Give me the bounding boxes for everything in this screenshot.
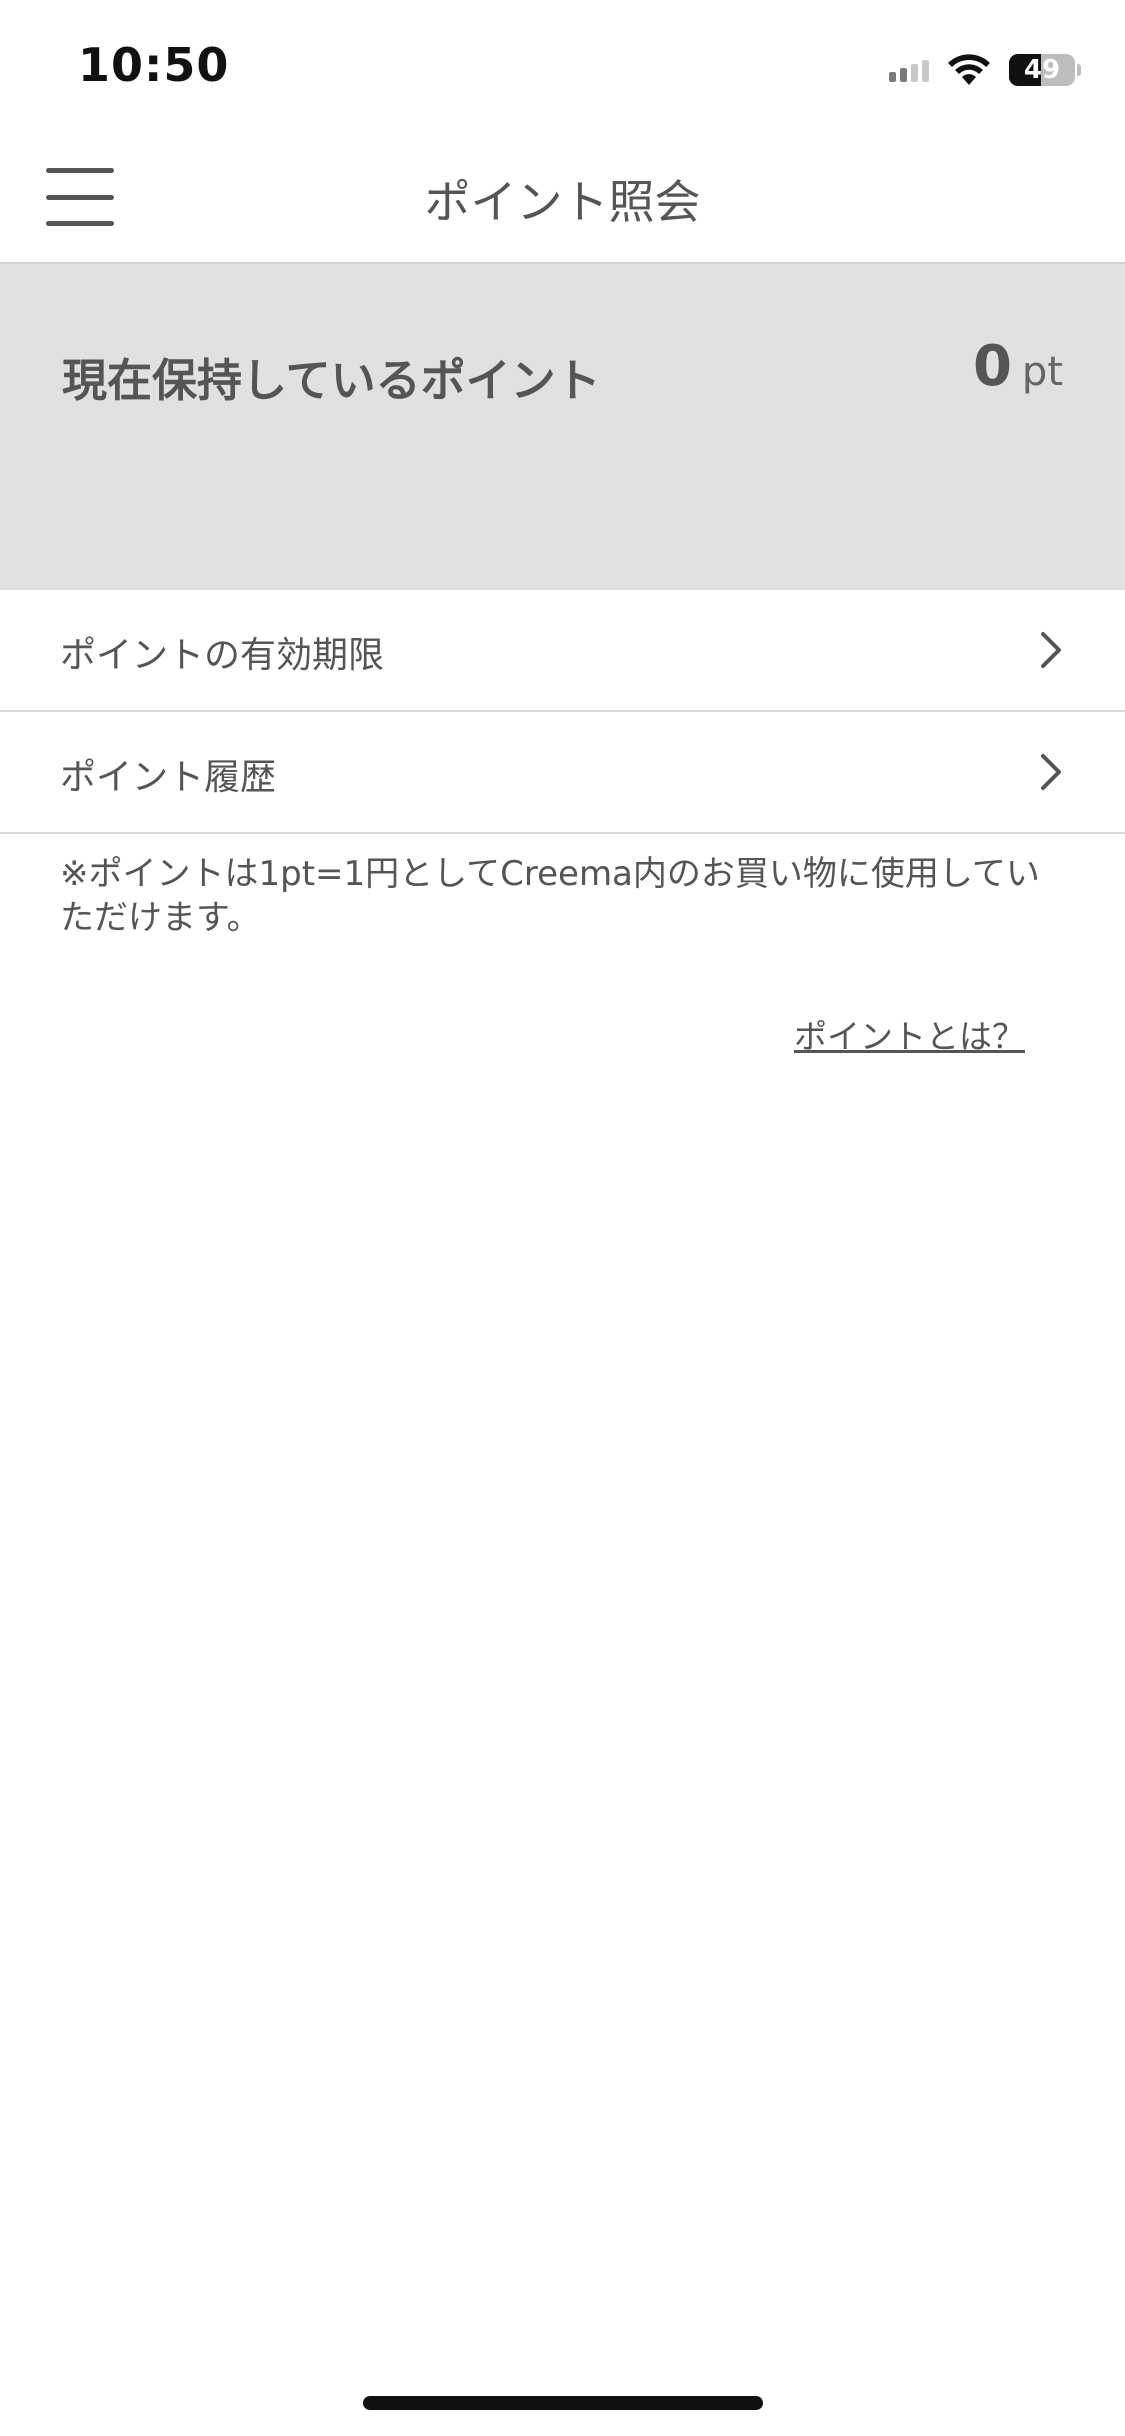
points-number: 0 xyxy=(972,334,1012,399)
home-indicator[interactable] xyxy=(363,2396,763,2410)
battery-icon: 49 xyxy=(1009,54,1075,86)
current-points-value: 0 pt xyxy=(973,334,1063,399)
chevron-right-icon xyxy=(1041,754,1061,790)
points-usage-note: ※ポイントは1pt=1円としてCreema内のお買い物に使用していただけます。 xyxy=(60,854,1040,938)
wifi-icon xyxy=(948,54,990,85)
page-title: ポイント照会 xyxy=(424,175,701,229)
cellular-signal-icon xyxy=(889,58,929,82)
battery-tip xyxy=(1077,64,1081,76)
list-item-label: ポイントの有効期限 xyxy=(60,635,385,676)
current-points-label: 現在保持しているポイント xyxy=(62,354,601,407)
battery-level: 49 xyxy=(1023,55,1061,85)
points-unit: pt xyxy=(1021,349,1063,395)
status-bar: 10:50 49 xyxy=(0,0,1125,130)
what-are-points-link[interactable]: ポイントとは？ xyxy=(794,1010,1025,1058)
status-icons: 49 xyxy=(889,50,1081,90)
points-expiration-row[interactable]: ポイントの有効期限 xyxy=(0,590,1125,712)
current-points-panel: 現在保持しているポイント 0 pt xyxy=(0,264,1125,590)
list-item-label: ポイント履歴 xyxy=(60,757,277,798)
points-history-row[interactable]: ポイント履歴 xyxy=(0,712,1125,834)
nav-bar: ポイント照会 xyxy=(0,130,1125,264)
status-time: 10:50 xyxy=(78,38,230,92)
chevron-right-icon xyxy=(1041,632,1061,668)
